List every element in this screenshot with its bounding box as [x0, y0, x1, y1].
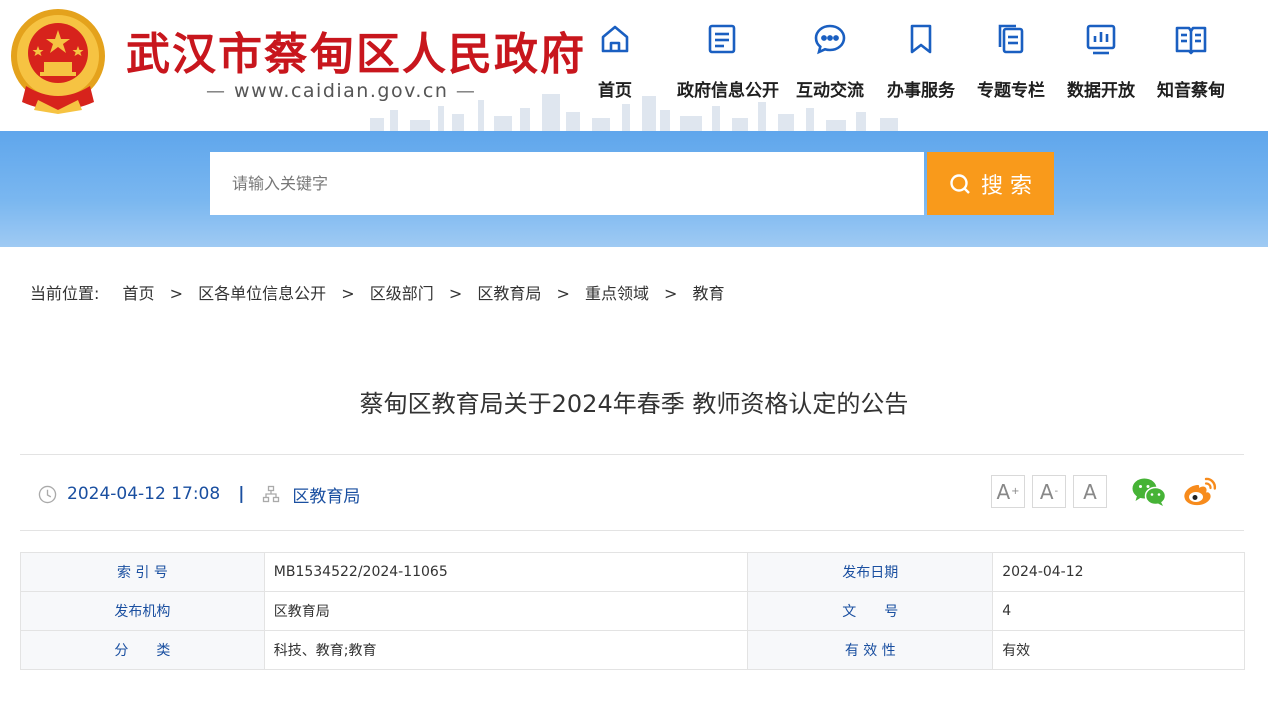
info-key-category: 分 类 [20, 630, 265, 670]
info-value-category: 科技、教育;教育 [263, 630, 749, 670]
nav-label-interaction: 互动交流 [796, 81, 864, 101]
info-key-index-number: 索 引 号 [20, 552, 265, 592]
search-button[interactable]: 搜 索 [927, 152, 1054, 215]
font-larger-letter: A [996, 479, 1011, 504]
meta-separator: | [238, 484, 245, 504]
breadcrumb-item-units[interactable]: 区各单位信息公开 [198, 280, 326, 304]
breadcrumb-item-key-areas[interactable]: 重点领域 [585, 280, 649, 304]
nav-item-open-data[interactable]: 数据开放 [1056, 22, 1146, 112]
breadcrumb: 当前位置: 首页 > 区各单位信息公开 > 区级部门 > 区教育局 > 重点领域… [30, 280, 725, 304]
bar-chart-icon [1086, 24, 1116, 55]
wechat-icon[interactable] [1131, 476, 1167, 508]
weibo-icon[interactable] [1182, 476, 1218, 508]
breadcrumb-item-district-departments[interactable]: 区级部门 [370, 280, 434, 304]
document-info-table: 索 引 号 MB1534522/2024-11065 发布日期 2024-04-… [20, 552, 1245, 670]
font-larger-button[interactable]: A + [991, 475, 1025, 508]
breadcrumb-label: 当前位置: [30, 284, 100, 303]
divider [20, 454, 1244, 455]
site-title: 武汉市蔡甸区人民政府 [126, 29, 586, 80]
font-smaller-sup: - [1054, 486, 1059, 497]
nav-label-open-data: 数据开放 [1067, 81, 1135, 101]
info-key-publish-date: 发布日期 [747, 552, 994, 592]
info-key-validity: 有 效 性 [747, 630, 994, 670]
national-emblem-icon [11, 9, 105, 114]
search-icon [950, 173, 970, 194]
info-value-document-number: 4 [992, 591, 1245, 631]
open-book-icon [1175, 26, 1207, 55]
nav-item-zhiyin[interactable]: 知音蔡甸 [1146, 22, 1236, 112]
table-row: 发布机构 区教育局 文 号 4 [20, 591, 1245, 631]
site-header: 武汉市蔡甸区人民政府 — www.caidian.gov.cn — 首页 政府信… [0, 0, 1268, 131]
breadcrumb-separator: > [341, 284, 355, 303]
breadcrumb-separator: > [448, 284, 463, 303]
breadcrumb-separator: > [664, 284, 678, 303]
info-value-publisher: 区教育局 [263, 591, 749, 631]
nav-label-zhiyin: 知音蔡甸 [1157, 81, 1225, 101]
url-dash-left: — [206, 80, 227, 102]
nav-item-home[interactable]: 首页 [570, 22, 660, 112]
table-row: 索 引 号 MB1534522/2024-11065 发布日期 2024-04-… [20, 552, 1245, 592]
files-icon [998, 24, 1024, 54]
publisher: 区教育局 [292, 486, 361, 507]
clock-icon [38, 485, 57, 503]
site-url: — www.caidian.gov.cn — [206, 80, 476, 102]
info-value-publish-date: 2024-04-12 [992, 552, 1245, 592]
article-title: 蔡甸区教育局关于2024年春季 教师资格认定的公告 [359, 390, 909, 418]
breadcrumb-item-home[interactable]: 首页 [123, 280, 155, 304]
site-url-text: www.caidian.gov.cn [234, 80, 449, 102]
table-row: 分 类 科技、教育;教育 有 效 性 有效 [20, 630, 1245, 670]
nav-item-interaction[interactable]: 互动交流 [785, 22, 875, 112]
font-reset-button[interactable]: A [1073, 475, 1107, 508]
info-key-document-number: 文 号 [747, 591, 994, 631]
bookmark-icon [910, 24, 932, 54]
chat-bubble-icon [814, 24, 846, 55]
divider [20, 530, 1244, 531]
search-input[interactable] [210, 152, 924, 215]
breadcrumb-item-education-bureau[interactable]: 区教育局 [477, 280, 541, 304]
nav-item-gov-info[interactable]: 政府信息公开 [677, 22, 779, 112]
breadcrumb-separator: > [556, 284, 570, 303]
nav-label-gov-info: 政府信息公开 [677, 81, 779, 101]
breadcrumb-item-education[interactable]: 教育 [693, 280, 725, 304]
font-larger-sup: + [1011, 486, 1020, 497]
font-size-controls: A + A- A [991, 475, 1114, 508]
org-chart-icon [263, 485, 280, 503]
nav-item-topics[interactable]: 专题专栏 [966, 22, 1056, 112]
publish-datetime: 2024-04-12 17:08 [67, 484, 221, 504]
nav-item-services[interactable]: 办事服务 [876, 22, 966, 112]
breadcrumb-separator: > [169, 284, 184, 303]
nav-label-services: 办事服务 [887, 81, 955, 101]
url-dash-right: — [455, 80, 477, 102]
home-icon [601, 25, 629, 53]
info-value-index-number: MB1534522/2024-11065 [263, 552, 749, 592]
search-button-label: 搜 索 [981, 173, 1032, 199]
info-key-publisher: 发布机构 [20, 591, 265, 631]
search-band: 搜 索 [0, 131, 1268, 247]
nav-label-home: 首页 [598, 81, 632, 101]
font-smaller-button[interactable]: A- [1032, 475, 1066, 508]
document-icon [708, 24, 736, 54]
font-reset-letter: A [1083, 479, 1097, 504]
nav-label-topics: 专题专栏 [977, 81, 1045, 101]
article-meta: 2024-04-12 17:08 | 区教育局 [38, 482, 361, 507]
font-smaller-letter: A [1039, 479, 1054, 504]
info-value-validity: 有效 [992, 630, 1245, 670]
